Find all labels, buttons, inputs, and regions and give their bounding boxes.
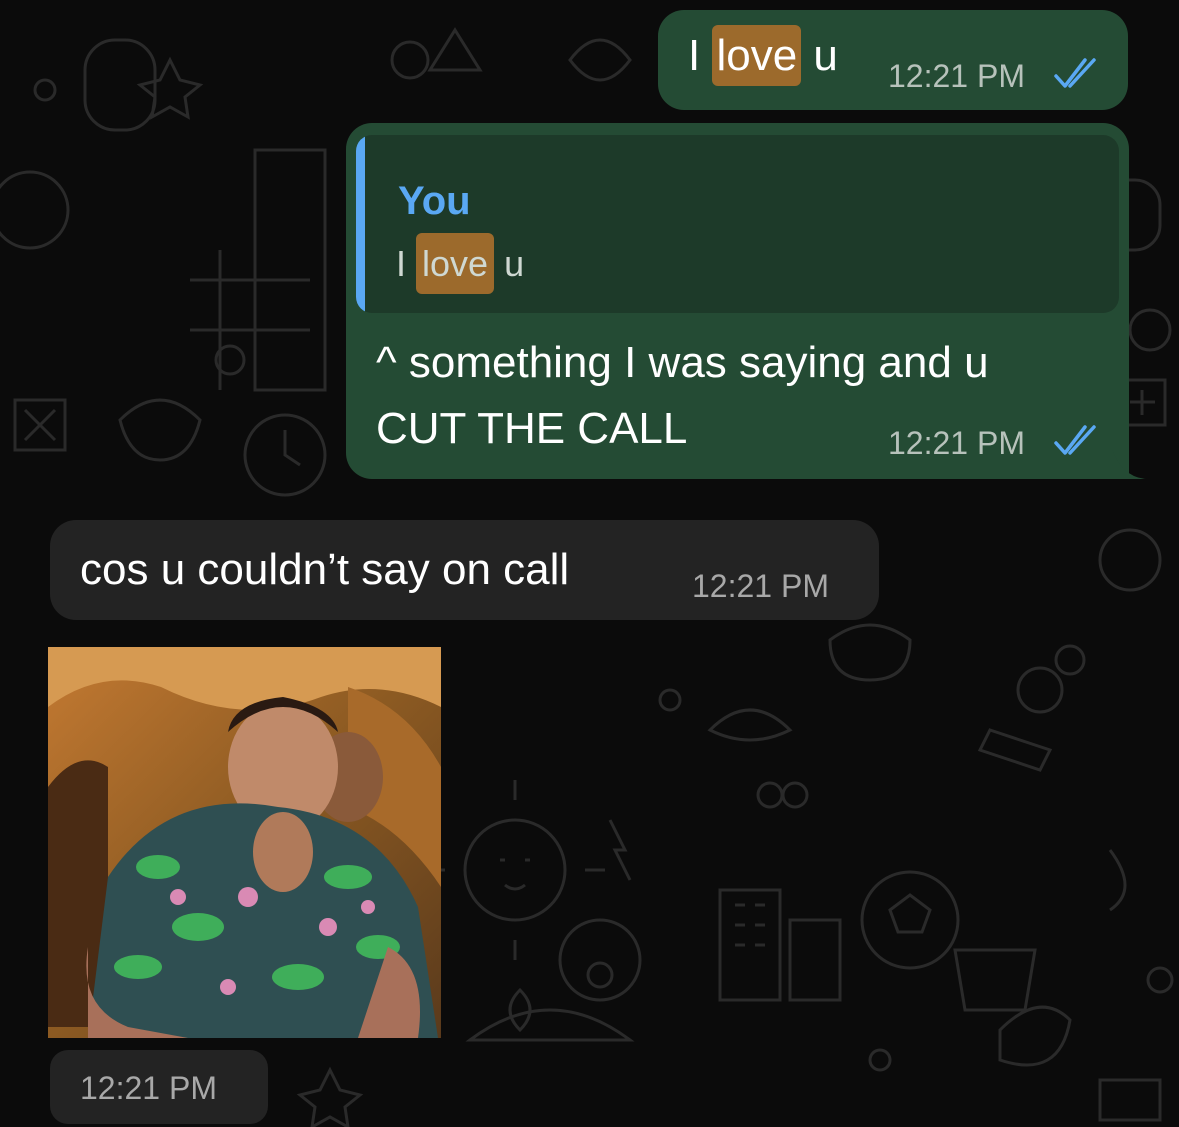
media-timestamp-pill: 12:21 PM xyxy=(50,1050,268,1124)
message-text: cos u couldn’t say on call xyxy=(80,545,570,594)
search-highlight: love xyxy=(416,233,495,294)
gif-media[interactable] xyxy=(48,647,441,1038)
double-check-icon xyxy=(1054,58,1096,88)
gif-thumbnail xyxy=(48,647,441,1038)
message-text-line-2: CUT THE CALL xyxy=(376,404,688,453)
quote-author: You xyxy=(398,179,471,223)
search-highlight: love xyxy=(712,25,802,86)
message-timestamp: 12:21 PM xyxy=(692,568,829,604)
incoming-message-bubble[interactable]: cos u couldn’t say on call 12:21 PM xyxy=(50,520,879,620)
message-timestamp: 12:21 PM xyxy=(888,425,1025,461)
message-timestamp: 12:21 PM xyxy=(80,1070,217,1106)
bubble-tail xyxy=(1112,449,1146,479)
quote-text: I love u xyxy=(396,233,524,294)
outgoing-reply-bubble[interactable]: You I love u ^ something I was saying an… xyxy=(346,123,1129,479)
message-text: I love u xyxy=(688,25,838,86)
outgoing-message-bubble[interactable]: I love u 12:21 PM xyxy=(658,10,1128,110)
message-text-line-1: ^ something I was saying and u xyxy=(376,338,989,387)
double-check-icon xyxy=(1054,425,1096,455)
quote-accent-bar xyxy=(356,135,365,313)
message-timestamp: 12:21 PM xyxy=(888,58,1025,94)
quoted-message[interactable]: You I love u xyxy=(356,135,1119,313)
